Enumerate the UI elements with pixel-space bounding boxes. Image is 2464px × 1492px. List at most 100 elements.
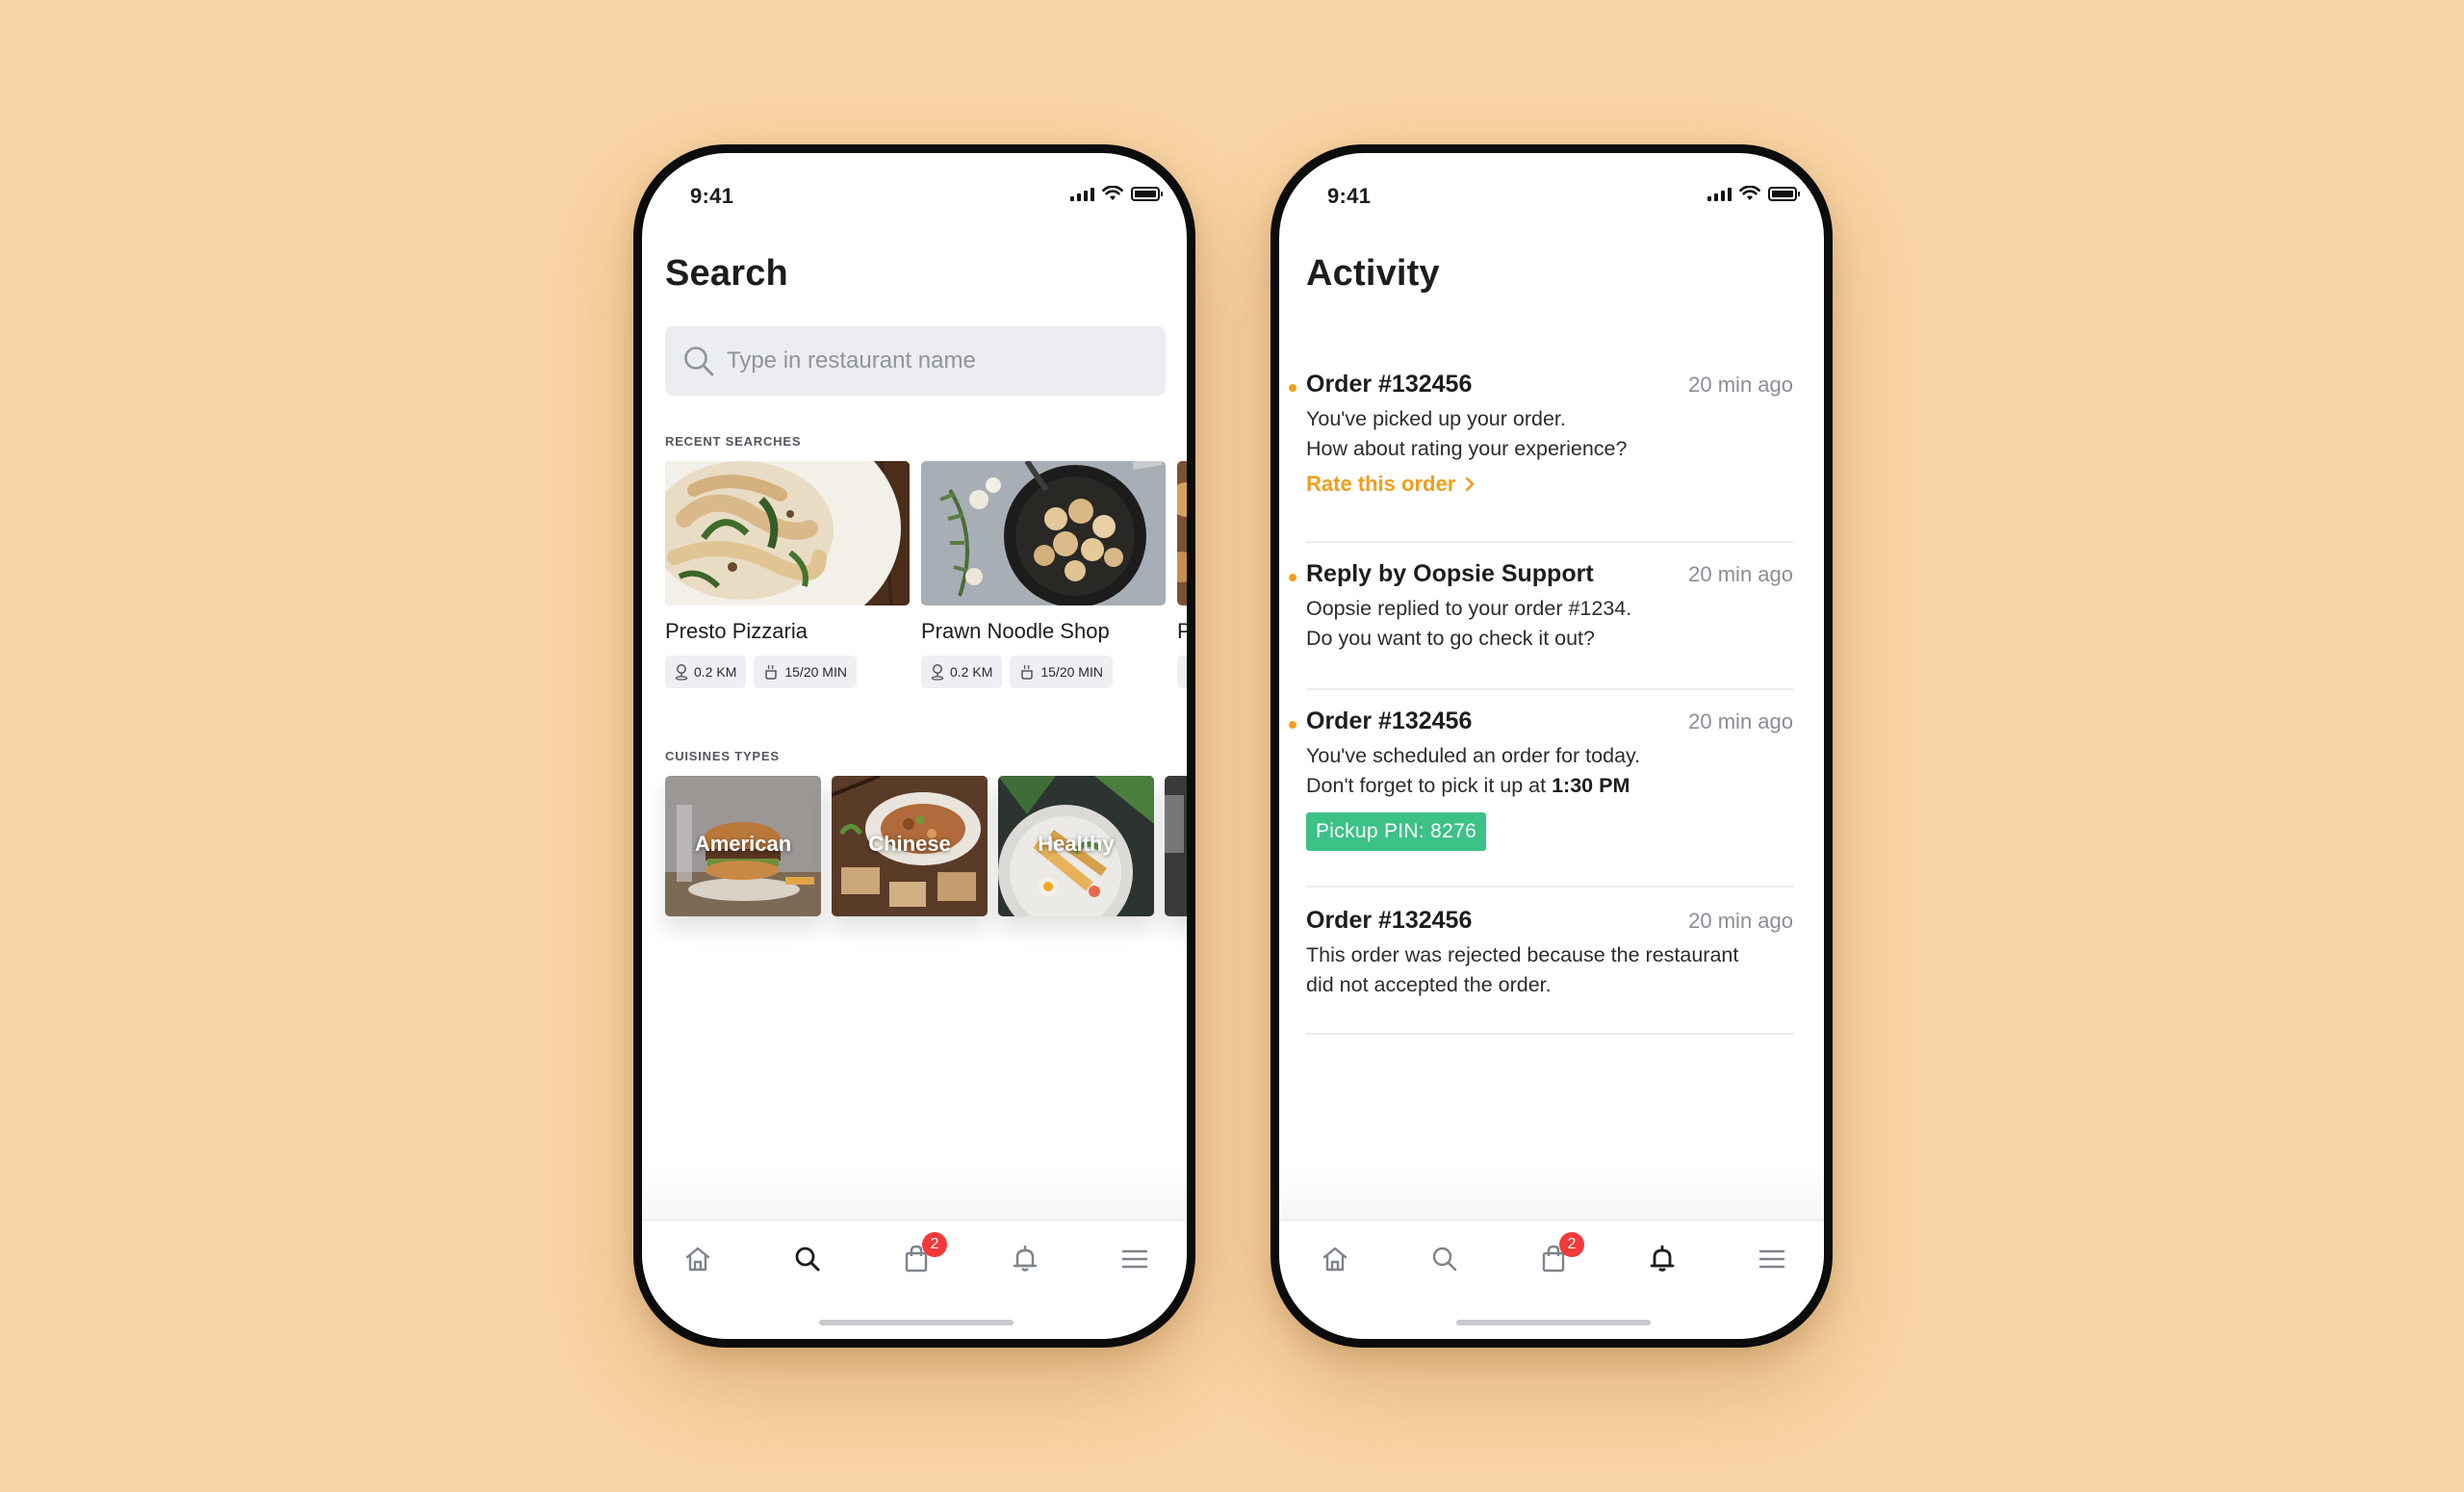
restaurant-meta — [1177, 656, 1187, 688]
home-indicator — [819, 1320, 1014, 1325]
activity-time: 20 min ago — [1688, 562, 1793, 586]
cuisine-chinese[interactable]: Chinese — [832, 776, 988, 916]
tab-home[interactable] — [679, 1240, 717, 1278]
page-title: Activity — [1306, 253, 1440, 294]
tab-bar-fade — [1279, 1164, 1824, 1222]
signal-icon — [1070, 186, 1094, 201]
status-icons — [1707, 186, 1800, 201]
recent-searches-row[interactable]: Presto Pizzaria 0.2 KM 15/20 MIN Prawn N… — [665, 461, 1187, 692]
cuisines-label: CUISINES TYPES — [665, 749, 780, 763]
activity-list: Order #132456 20 min ago You've picked u… — [1289, 355, 1793, 1035]
cart-badge: 2 — [922, 1232, 947, 1257]
activity-title: Reply by Oopsie Support — [1306, 560, 1594, 587]
distance-chip: 0.2 KM — [921, 656, 1003, 688]
unread-dot — [1289, 384, 1296, 392]
pickup-pin-badge: Pickup PIN: 8276 — [1306, 812, 1487, 851]
time-chip: 15/20 MIN — [754, 656, 857, 688]
cart-badge: 2 — [1559, 1232, 1584, 1257]
cooking-time-icon — [765, 664, 778, 680]
search-input[interactable] — [727, 347, 1131, 374]
activity-text: You've scheduled an order for today. — [1306, 744, 1641, 767]
recent-searches-label: RECENT SEARCHES — [665, 434, 802, 449]
restaurant-photo-dumplings — [921, 461, 1166, 605]
recent-card[interactable]: Presto Pizzaria 0.2 KM 15/20 MIN — [665, 461, 910, 688]
activity-title: Order #132456 — [1306, 907, 1473, 934]
search-icon — [1432, 1247, 1457, 1272]
distance-chip: 0.2 KM — [665, 656, 747, 688]
search-bar[interactable] — [665, 326, 1166, 396]
location-pin-icon — [675, 664, 688, 681]
phone-search: 9:41 Search RECENT SEARCHES — [633, 144, 1195, 1348]
home-icon — [685, 1247, 710, 1272]
activity-text: How about rating your experience? — [1306, 437, 1628, 460]
time-chip: 15/20 MIN — [1010, 656, 1113, 688]
time-text: 15/20 MIN — [784, 664, 847, 680]
activity-text: Don't forget to pick it up at 1:30 PM — [1306, 771, 1793, 801]
status-time: 9:41 — [690, 184, 734, 208]
unread-dot — [1289, 721, 1296, 729]
activity-time: 20 min ago — [1688, 909, 1793, 933]
restaurant-meta: 0.2 KM 15/20 MIN — [921, 656, 1166, 688]
distance-text: 0.2 KM — [694, 664, 737, 680]
rate-order-link[interactable]: Rate this order — [1306, 472, 1475, 497]
tab-menu[interactable] — [1116, 1240, 1154, 1278]
distance-text: 0.2 KM — [950, 664, 993, 680]
cuisine-label: Healthy — [1038, 832, 1115, 856]
cooking-time-icon — [1021, 664, 1034, 680]
activity-title: Order #132456 — [1306, 707, 1473, 734]
chevron-right-icon — [1465, 476, 1475, 492]
cuisines-row[interactable]: American Chinese Healthy — [665, 776, 1187, 916]
menu-icon — [1121, 1249, 1148, 1269]
home-icon — [1322, 1247, 1348, 1272]
activity-time: 20 min ago — [1688, 373, 1793, 397]
recent-card[interactable]: Prawn Noodle Shop 0.2 KM 15/20 MIN — [921, 461, 1166, 688]
activity-item[interactable]: Order #132456 20 min ago You've schedule… — [1289, 690, 1793, 887]
tab-home[interactable] — [1316, 1240, 1354, 1278]
restaurant-meta: 0.2 KM 15/20 MIN — [665, 656, 910, 688]
cuisine-label: Chinese — [868, 832, 951, 856]
activity-text: did not accepted the order. — [1306, 973, 1552, 996]
tab-cart[interactable]: 2 — [1534, 1232, 1584, 1278]
signal-icon — [1707, 186, 1732, 201]
activity-item[interactable]: Order #132456 20 min ago This order was … — [1306, 887, 1793, 1035]
restaurant-name: Prawn Noodle Shop — [921, 619, 1110, 643]
phone-activity: 9:41 Activity Order #132456 20 min ago Y… — [1270, 144, 1833, 1348]
activity-item[interactable]: Order #132456 20 min ago You've picked u… — [1289, 355, 1793, 543]
tab-menu[interactable] — [1753, 1240, 1791, 1278]
search-screen: 9:41 Search RECENT SEARCHES — [642, 153, 1187, 1339]
restaurant-name: Presto Pizzaria — [665, 619, 808, 643]
activity-time: 20 min ago — [1688, 709, 1793, 733]
wifi-icon — [1739, 186, 1760, 200]
wifi-icon — [1102, 186, 1123, 200]
activity-text: You've picked up your order. — [1306, 407, 1566, 430]
battery-icon — [1768, 186, 1800, 201]
tab-notifications[interactable] — [1006, 1240, 1044, 1278]
tab-bar-fade — [642, 1164, 1187, 1222]
tab-search[interactable] — [1425, 1240, 1464, 1278]
rate-order-label: Rate this order — [1306, 472, 1456, 496]
tab-notifications[interactable] — [1643, 1240, 1681, 1278]
cuisine-more[interactable] — [1165, 776, 1187, 916]
cuisine-american[interactable]: American — [665, 776, 821, 916]
time-text: 15/20 MIN — [1040, 664, 1103, 680]
restaurant-photo-pasta — [665, 461, 910, 605]
menu-icon — [1758, 1249, 1785, 1269]
recent-card[interactable]: P — [1177, 461, 1187, 688]
activity-title: Order #132456 — [1306, 371, 1473, 398]
search-icon — [684, 347, 714, 376]
activity-screen: 9:41 Activity Order #132456 20 min ago Y… — [1279, 153, 1824, 1339]
page-title: Search — [665, 253, 788, 294]
bell-icon — [1013, 1245, 1038, 1272]
distance-chip — [1177, 656, 1187, 688]
tab-cart[interactable]: 2 — [897, 1232, 947, 1278]
cuisine-healthy[interactable]: Healthy — [998, 776, 1154, 916]
tab-search[interactable] — [788, 1240, 827, 1278]
activity-item[interactable]: Reply by Oopsie Support 20 min ago Oopsi… — [1289, 543, 1793, 690]
restaurant-photo — [1177, 461, 1187, 605]
status-icons — [1070, 186, 1163, 201]
activity-text: This order was rejected because the rest… — [1306, 943, 1739, 966]
unread-dot — [1289, 574, 1296, 581]
bell-icon — [1650, 1245, 1675, 1272]
activity-text-prefix: Don't forget to pick it up at — [1306, 774, 1547, 797]
activity-text: Do you want to go check it out? — [1306, 627, 1595, 650]
